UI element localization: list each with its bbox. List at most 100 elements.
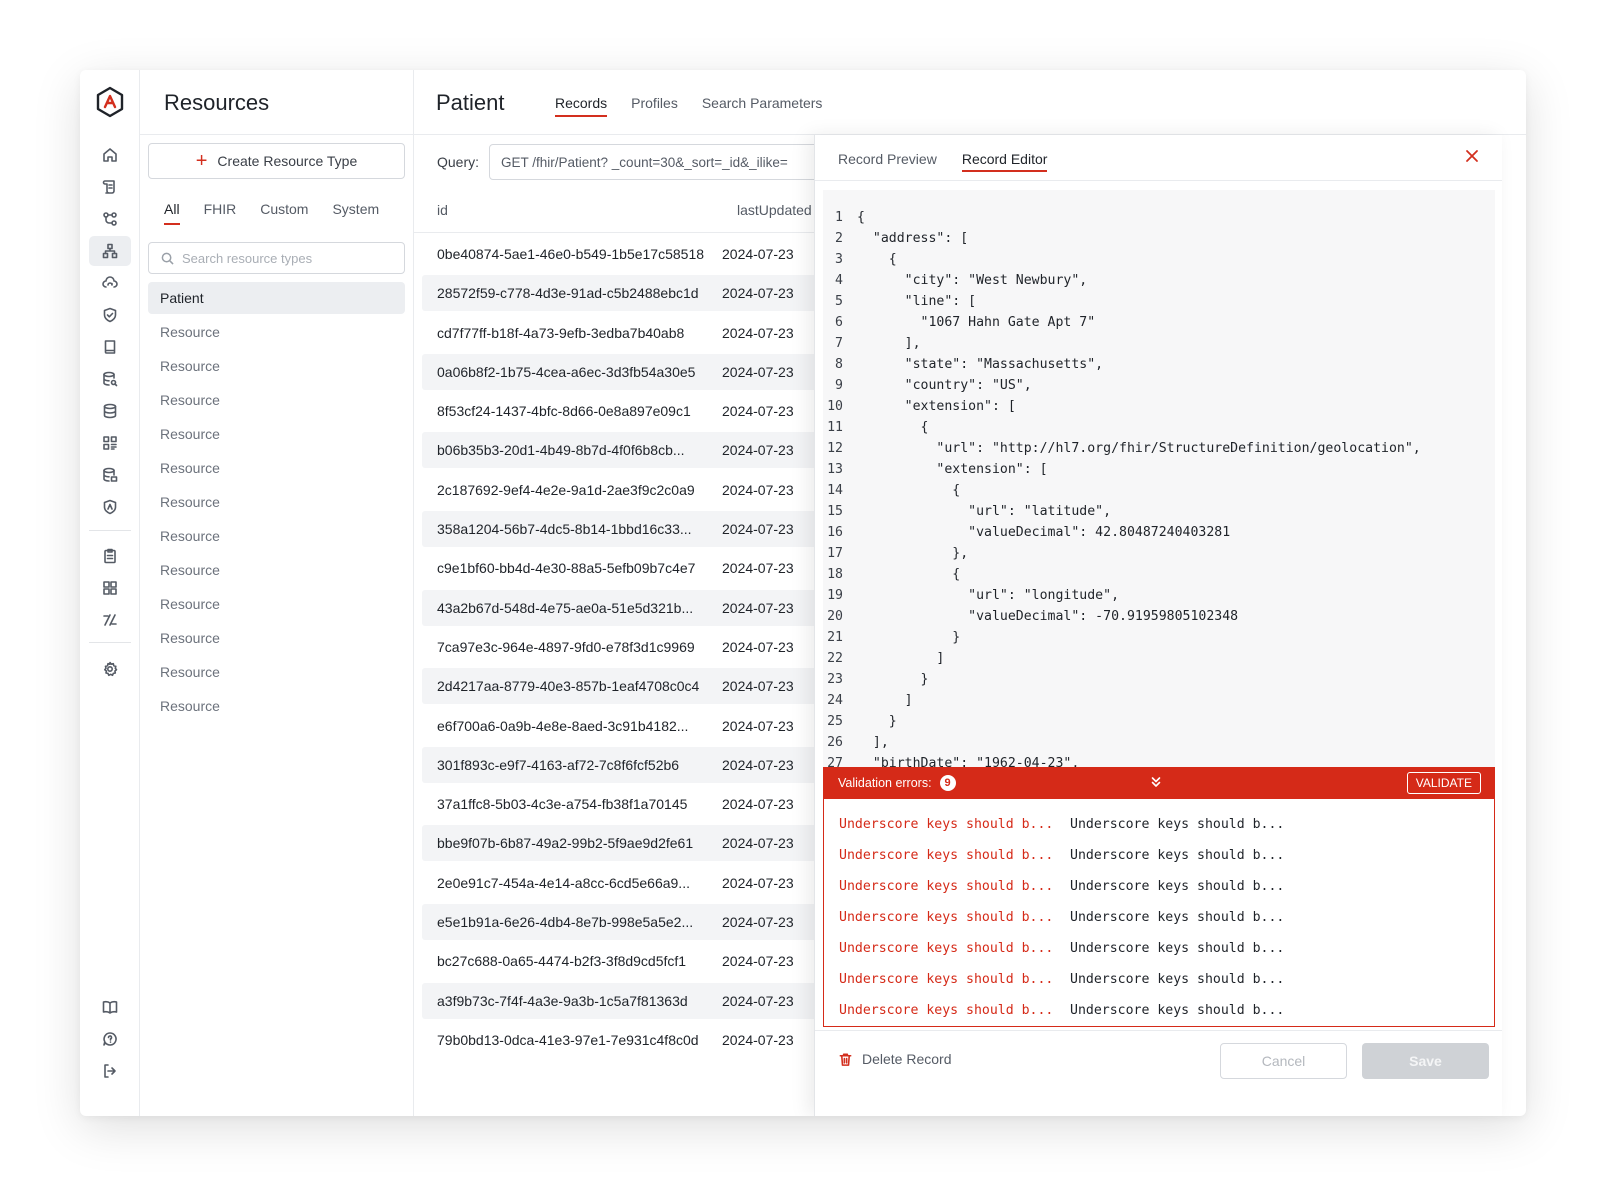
table-row[interactable]: e6f700a6-0a9b-4e8e-8aed-3c91b4182... 2024… bbox=[422, 708, 814, 744]
table-row[interactable]: bc27c688-0a65-4474-b2f3-3f8d9cd5fcf1 2024… bbox=[422, 943, 814, 979]
resource-type-list: Patient Resource Resource Resource Resou… bbox=[148, 282, 405, 724]
cell-last-updated: 2024-07-23 bbox=[722, 442, 794, 459]
resource-type-item[interactable]: Resource bbox=[148, 418, 405, 450]
hierarchy-icon[interactable] bbox=[89, 236, 131, 266]
line-number: 19 bbox=[827, 588, 843, 603]
resource-type-item[interactable]: Resource bbox=[148, 384, 405, 416]
clipboard-icon[interactable] bbox=[89, 541, 131, 571]
line-number: 6 bbox=[835, 315, 843, 330]
flow-icon[interactable] bbox=[89, 204, 131, 234]
cell-id: cd7f77ff-b18f-4a73-9efb-3edba7b40ab8 bbox=[437, 324, 685, 341]
resource-type-item[interactable]: Resource bbox=[148, 486, 405, 518]
tab-record-preview[interactable]: Record Preview bbox=[838, 151, 937, 172]
tab-system[interactable]: System bbox=[332, 201, 379, 225]
validation-error-row[interactable]: Underscore keys should b... Underscore ke… bbox=[824, 809, 1494, 840]
book-icon[interactable] bbox=[89, 332, 131, 362]
cell-last-updated: 2024-07-23 bbox=[722, 363, 794, 380]
table-row[interactable]: 2d4217aa-8779-40e3-857b-1eaf4708c0c4 2024… bbox=[422, 668, 814, 705]
line-number: 21 bbox=[827, 630, 843, 645]
table-row[interactable]: 8f53cf24-1437-4bfc-8d66-0e8a897e09c1 2024… bbox=[422, 393, 814, 429]
database-settings-icon[interactable] bbox=[89, 460, 131, 490]
scroll-icon[interactable] bbox=[89, 172, 131, 202]
tab-fhir[interactable]: FHIR bbox=[204, 201, 237, 225]
tab-search-parameters[interactable]: Search Parameters bbox=[702, 95, 823, 117]
column-header-id[interactable]: id bbox=[437, 202, 448, 218]
cell-id: 2c187692-9ef4-4e2e-9a1d-2ae3f9c2c0a9 bbox=[437, 481, 695, 498]
database-icon[interactable] bbox=[89, 396, 131, 426]
resource-type-item[interactable]: Resource bbox=[148, 588, 405, 620]
tab-all[interactable]: All bbox=[164, 201, 180, 225]
table-row[interactable]: 79b0bd13-0dca-41e3-97e1-7e931c4f8c0d 2024… bbox=[422, 1022, 814, 1058]
column-header-last-updated[interactable]: lastUpdated bbox=[737, 202, 812, 218]
validation-error-row[interactable]: Underscore keys should b... Underscore ke… bbox=[824, 964, 1494, 995]
error-message: Underscore keys should b... bbox=[839, 1003, 1054, 1018]
table-row[interactable]: 2e0e91c7-454a-4e14-a8cc-6cd5e66a9... 2024… bbox=[422, 865, 814, 901]
validation-error-row[interactable]: Underscore keys should b... Underscore ke… bbox=[824, 902, 1494, 933]
transform-icon[interactable] bbox=[89, 605, 131, 635]
settings-icon[interactable] bbox=[89, 654, 131, 684]
app-logo-icon[interactable] bbox=[95, 86, 125, 118]
validate-button[interactable]: VALIDATE bbox=[1406, 772, 1481, 794]
table-row[interactable]: bbe9f07b-6b87-49a2-99b2-5f9ae9d2fe61 2024… bbox=[422, 825, 814, 862]
table-row[interactable]: 37a1ffc8-5b03-4c3e-a754-fb38f1a70145 2024… bbox=[422, 786, 814, 822]
validation-error-row[interactable]: Underscore keys should b... Underscore ke… bbox=[824, 871, 1494, 902]
code-line: 7 ], bbox=[823, 333, 1495, 354]
close-icon[interactable] bbox=[1465, 149, 1481, 165]
table-row[interactable]: b06b35b3-20d1-4b49-8b7d-4f0f6b8cb... 2024… bbox=[422, 432, 814, 469]
table-row[interactable]: e5e1b91a-6e26-4db4-8e7b-998e5a5e2... 2024… bbox=[422, 904, 814, 941]
create-resource-type-button[interactable]: + Create Resource Type bbox=[148, 143, 405, 179]
apps-icon[interactable] bbox=[89, 573, 131, 603]
resource-type-item-patient[interactable]: Patient bbox=[148, 282, 405, 314]
docs-book-icon[interactable] bbox=[89, 992, 131, 1022]
table-row[interactable]: 2c187692-9ef4-4e2e-9a1d-2ae3f9c2c0a9 2024… bbox=[422, 472, 814, 508]
table-row[interactable]: 0a06b8f2-1b75-4cea-a6ec-3d3fb54a30e5 2024… bbox=[422, 353, 814, 390]
delete-record-button[interactable]: Delete Record bbox=[838, 1051, 952, 1067]
save-button[interactable]: Save bbox=[1362, 1043, 1489, 1079]
cell-id: 8f53cf24-1437-4bfc-8d66-0e8a897e09c1 bbox=[437, 403, 691, 420]
resource-type-item[interactable]: Resource bbox=[148, 316, 405, 348]
grid-select-icon[interactable] bbox=[89, 428, 131, 458]
resource-type-item[interactable]: Resource bbox=[148, 452, 405, 484]
help-chat-icon[interactable] bbox=[89, 1024, 131, 1054]
home-icon[interactable] bbox=[89, 140, 131, 170]
table-row[interactable]: 301f893c-e9f7-4163-af72-7c8f6fcf52b6 2024… bbox=[422, 746, 814, 783]
validation-error-row[interactable]: Underscore keys should b... Underscore ke… bbox=[824, 933, 1494, 964]
tab-records[interactable]: Records bbox=[555, 95, 608, 117]
resource-type-item[interactable]: Resource bbox=[148, 656, 405, 688]
resource-type-item[interactable]: Resource bbox=[148, 554, 405, 586]
resource-type-item[interactable]: Resource bbox=[148, 520, 405, 552]
code-editor[interactable]: 1{2 "address": [3 {4 "city": "West Newbu… bbox=[823, 190, 1495, 771]
tab-profiles[interactable]: Profiles bbox=[631, 95, 678, 117]
cancel-button[interactable]: Cancel bbox=[1220, 1043, 1347, 1079]
table-row[interactable]: cd7f77ff-b18f-4a73-9efb-3edba7b40ab8 2024… bbox=[422, 315, 814, 351]
shield-logo-icon[interactable] bbox=[89, 492, 131, 522]
chevrons-down-icon[interactable] bbox=[1149, 775, 1163, 789]
table-row[interactable]: a3f9b73c-7f4f-4a3e-9a3b-1c5a7f81363d 2024… bbox=[422, 982, 814, 1019]
cell-id: e5e1b91a-6e26-4db4-8e7b-998e5a5e2... bbox=[437, 914, 694, 931]
table-row[interactable]: 358a1204-56b7-4dc5-8b14-1bbd16c33... 2024… bbox=[422, 511, 814, 548]
tab-custom[interactable]: Custom bbox=[260, 201, 308, 225]
shield-check-icon[interactable] bbox=[89, 300, 131, 330]
search-resource-types-input[interactable] bbox=[182, 250, 402, 266]
table-row[interactable]: 28572f59-c778-4d3e-91ad-c5b2488ebc1d 2024… bbox=[422, 275, 814, 312]
resource-type-item[interactable]: Resource bbox=[148, 690, 405, 722]
code-text: { bbox=[857, 420, 929, 435]
table-row[interactable]: 7ca97e3c-964e-4897-9fd0-e78f3d1c9969 2024… bbox=[422, 629, 814, 665]
line-number: 3 bbox=[835, 252, 843, 267]
table-row[interactable]: 0be40874-5ae1-46e0-b549-1b5e17c58518 2024… bbox=[422, 236, 814, 272]
tab-record-editor[interactable]: Record Editor bbox=[961, 151, 1047, 172]
database-search-icon[interactable] bbox=[89, 364, 131, 394]
query-input[interactable] bbox=[489, 144, 814, 180]
validation-error-row[interactable]: Underscore keys should b... Underscore ke… bbox=[824, 995, 1494, 1026]
table-row[interactable]: c9e1bf60-bb4d-4e30-88a5-5efb09b7c4e7 2024… bbox=[422, 550, 814, 586]
table-row[interactable]: 43a2b67d-548d-4e75-ae0a-51e5d321b... 2024… bbox=[422, 589, 814, 626]
resource-type-item[interactable]: Resource bbox=[148, 622, 405, 654]
code-text: ] bbox=[857, 651, 945, 666]
table-header-divider bbox=[414, 232, 814, 233]
resource-type-item[interactable]: Resource bbox=[148, 350, 405, 382]
line-number: 14 bbox=[827, 483, 843, 498]
validation-error-row[interactable]: Underscore keys should b... Underscore ke… bbox=[824, 840, 1494, 871]
code-line: 2 "address": [ bbox=[823, 228, 1495, 249]
cloud-sync-icon[interactable] bbox=[89, 268, 131, 298]
logout-icon[interactable] bbox=[89, 1056, 131, 1086]
